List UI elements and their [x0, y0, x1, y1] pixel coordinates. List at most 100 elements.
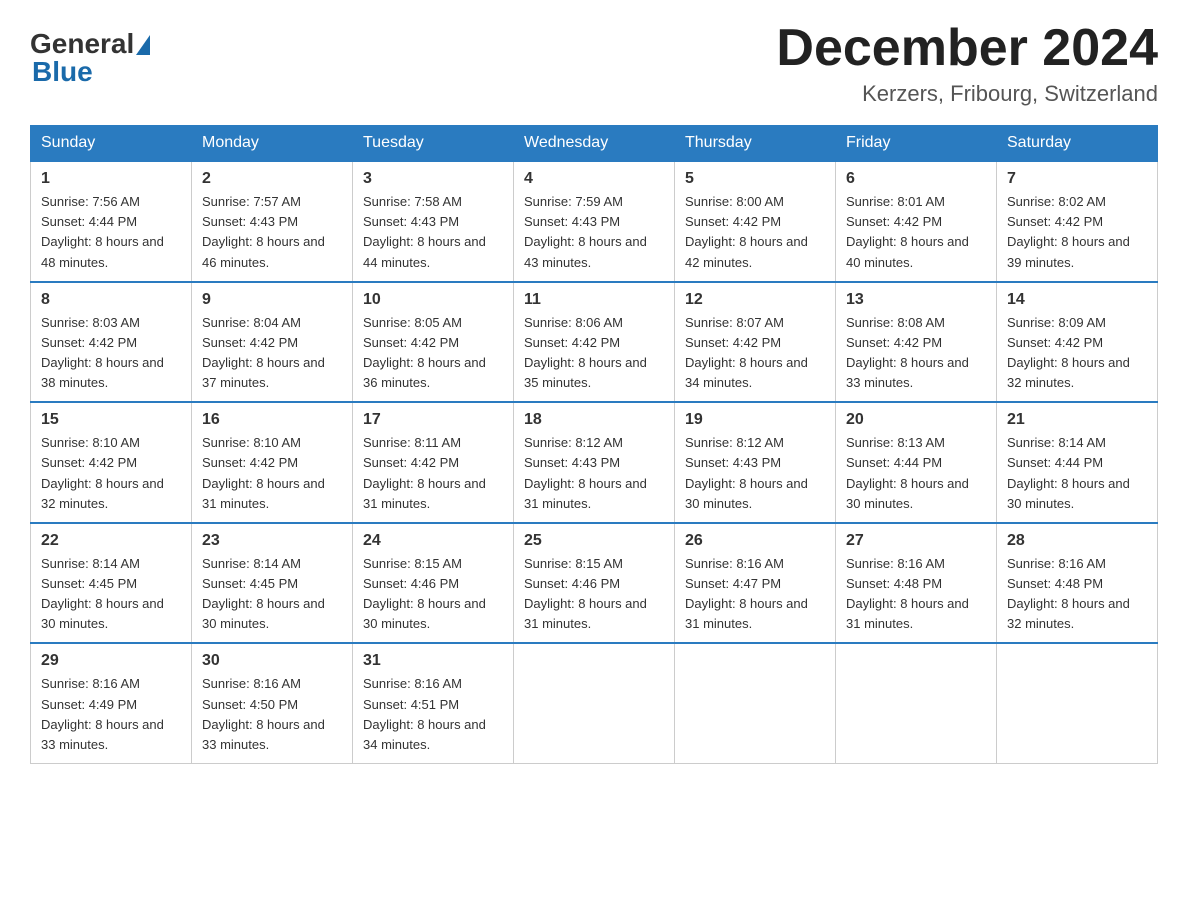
sunset-label: Sunset:	[363, 214, 411, 229]
day-number: 10	[363, 291, 503, 309]
title-block: December 2024 Kerzers, Fribourg, Switzer…	[776, 20, 1158, 107]
sunset-label: Sunset:	[41, 697, 89, 712]
sunset-label: Sunset:	[1007, 214, 1055, 229]
daylight-label: Daylight:	[524, 596, 578, 611]
day-number: 15	[41, 411, 181, 429]
calendar-header-row: Sunday Monday Tuesday Wednesday Thursday…	[31, 126, 1158, 162]
sunset-label: Sunset:	[685, 214, 733, 229]
day-info: Sunrise: 8:02 AM Sunset: 4:42 PM Dayligh…	[1007, 192, 1147, 273]
sunset-label: Sunset:	[363, 335, 411, 350]
day-info: Sunrise: 8:09 AM Sunset: 4:42 PM Dayligh…	[1007, 313, 1147, 394]
sunrise-time: 8:01 AM	[897, 194, 945, 209]
week-row-4: 22 Sunrise: 8:14 AM Sunset: 4:45 PM Dayl…	[31, 523, 1158, 644]
calendar-cell: 27 Sunrise: 8:16 AM Sunset: 4:48 PM Dayl…	[836, 523, 997, 644]
sunset-time: 4:43 PM	[250, 214, 298, 229]
calendar-cell: 22 Sunrise: 8:14 AM Sunset: 4:45 PM Dayl…	[31, 523, 192, 644]
day-info: Sunrise: 8:11 AM Sunset: 4:42 PM Dayligh…	[363, 433, 503, 514]
calendar-cell: 20 Sunrise: 8:13 AM Sunset: 4:44 PM Dayl…	[836, 402, 997, 523]
sunrise-label: Sunrise:	[846, 556, 897, 571]
sunset-label: Sunset:	[41, 576, 89, 591]
sunset-label: Sunset:	[363, 455, 411, 470]
calendar-cell: 6 Sunrise: 8:01 AM Sunset: 4:42 PM Dayli…	[836, 161, 997, 282]
sunrise-time: 8:12 AM	[575, 435, 623, 450]
sunset-time: 4:51 PM	[411, 697, 459, 712]
sunrise-label: Sunrise:	[202, 556, 253, 571]
calendar-cell: 1 Sunrise: 7:56 AM Sunset: 4:44 PM Dayli…	[31, 161, 192, 282]
sunset-label: Sunset:	[41, 455, 89, 470]
sunrise-label: Sunrise:	[1007, 315, 1058, 330]
sunset-label: Sunset:	[363, 697, 411, 712]
col-wednesday: Wednesday	[514, 126, 675, 162]
day-number: 9	[202, 291, 342, 309]
sunrise-time: 8:07 AM	[736, 315, 784, 330]
daylight-label: Daylight:	[41, 234, 95, 249]
daylight-label: Daylight:	[363, 234, 417, 249]
day-number: 20	[846, 411, 986, 429]
sunrise-label: Sunrise:	[41, 435, 92, 450]
sunset-label: Sunset:	[524, 335, 572, 350]
sunset-time: 4:43 PM	[733, 455, 781, 470]
day-info: Sunrise: 8:16 AM Sunset: 4:51 PM Dayligh…	[363, 674, 503, 755]
sunrise-label: Sunrise:	[363, 194, 414, 209]
calendar-cell: 17 Sunrise: 8:11 AM Sunset: 4:42 PM Dayl…	[353, 402, 514, 523]
sunrise-time: 8:10 AM	[253, 435, 301, 450]
sunrise-time: 8:11 AM	[414, 435, 461, 450]
sunset-time: 4:45 PM	[250, 576, 298, 591]
day-number: 18	[524, 411, 664, 429]
day-info: Sunrise: 8:08 AM Sunset: 4:42 PM Dayligh…	[846, 313, 986, 394]
day-info: Sunrise: 8:16 AM Sunset: 4:49 PM Dayligh…	[41, 674, 181, 755]
sunset-time: 4:43 PM	[572, 214, 620, 229]
sunrise-time: 8:13 AM	[897, 435, 945, 450]
sunset-time: 4:42 PM	[411, 335, 459, 350]
sunrise-label: Sunrise:	[685, 556, 736, 571]
day-info: Sunrise: 8:04 AM Sunset: 4:42 PM Dayligh…	[202, 313, 342, 394]
calendar-cell: 28 Sunrise: 8:16 AM Sunset: 4:48 PM Dayl…	[997, 523, 1158, 644]
day-info: Sunrise: 8:13 AM Sunset: 4:44 PM Dayligh…	[846, 433, 986, 514]
sunset-time: 4:42 PM	[89, 335, 137, 350]
col-thursday: Thursday	[675, 126, 836, 162]
day-info: Sunrise: 8:01 AM Sunset: 4:42 PM Dayligh…	[846, 192, 986, 273]
day-info: Sunrise: 8:10 AM Sunset: 4:42 PM Dayligh…	[41, 433, 181, 514]
day-info: Sunrise: 8:15 AM Sunset: 4:46 PM Dayligh…	[524, 554, 664, 635]
week-row-2: 8 Sunrise: 8:03 AM Sunset: 4:42 PM Dayli…	[31, 282, 1158, 403]
day-number: 8	[41, 291, 181, 309]
calendar-cell: 31 Sunrise: 8:16 AM Sunset: 4:51 PM Dayl…	[353, 643, 514, 763]
sunrise-label: Sunrise:	[524, 194, 575, 209]
sunrise-time: 8:02 AM	[1058, 194, 1106, 209]
sunset-time: 4:45 PM	[89, 576, 137, 591]
day-info: Sunrise: 8:16 AM Sunset: 4:47 PM Dayligh…	[685, 554, 825, 635]
calendar-cell: 25 Sunrise: 8:15 AM Sunset: 4:46 PM Dayl…	[514, 523, 675, 644]
day-number: 6	[846, 170, 986, 188]
sunrise-time: 7:58 AM	[414, 194, 462, 209]
calendar-cell	[836, 643, 997, 763]
sunset-time: 4:42 PM	[89, 455, 137, 470]
calendar-cell	[997, 643, 1158, 763]
sunrise-label: Sunrise:	[846, 435, 897, 450]
location-subtitle: Kerzers, Fribourg, Switzerland	[776, 81, 1158, 107]
sunrise-time: 8:16 AM	[736, 556, 784, 571]
sunset-time: 4:48 PM	[1055, 576, 1103, 591]
daylight-label: Daylight:	[685, 596, 739, 611]
calendar-table: Sunday Monday Tuesday Wednesday Thursday…	[30, 125, 1158, 764]
calendar-cell: 3 Sunrise: 7:58 AM Sunset: 4:43 PM Dayli…	[353, 161, 514, 282]
calendar-cell: 15 Sunrise: 8:10 AM Sunset: 4:42 PM Dayl…	[31, 402, 192, 523]
sunset-label: Sunset:	[41, 335, 89, 350]
sunset-label: Sunset:	[846, 214, 894, 229]
sunrise-time: 8:09 AM	[1058, 315, 1106, 330]
sunrise-label: Sunrise:	[1007, 194, 1058, 209]
sunrise-label: Sunrise:	[41, 315, 92, 330]
sunset-label: Sunset:	[41, 214, 89, 229]
sunrise-time: 8:16 AM	[1058, 556, 1106, 571]
sunrise-time: 8:05 AM	[414, 315, 462, 330]
calendar-cell	[675, 643, 836, 763]
sunrise-label: Sunrise:	[41, 556, 92, 571]
day-number: 13	[846, 291, 986, 309]
sunrise-time: 8:16 AM	[92, 676, 140, 691]
daylight-label: Daylight:	[202, 717, 256, 732]
logo-general-text: General	[30, 30, 134, 58]
daylight-label: Daylight:	[846, 234, 900, 249]
sunrise-time: 8:14 AM	[1058, 435, 1106, 450]
day-number: 3	[363, 170, 503, 188]
sunset-time: 4:46 PM	[572, 576, 620, 591]
day-info: Sunrise: 8:16 AM Sunset: 4:50 PM Dayligh…	[202, 674, 342, 755]
